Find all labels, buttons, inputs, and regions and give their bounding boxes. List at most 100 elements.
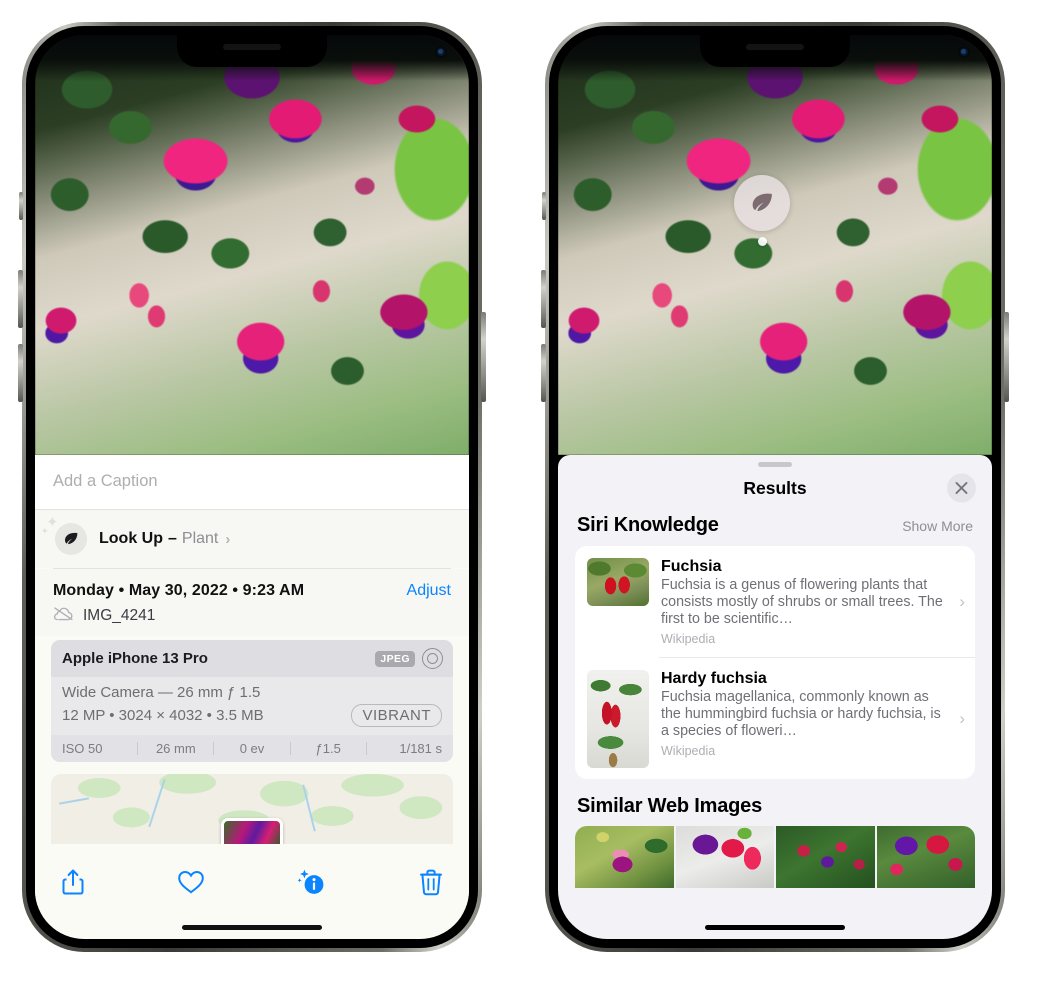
left-phone-bezel: Add a Caption ✦ ✦ Look Up – Plant › Mond… [26, 26, 478, 948]
camera-device-name: Apple iPhone 13 Pro [62, 650, 208, 667]
map-river [59, 797, 89, 805]
list-item[interactable]: Hardy fuchsia Fuchsia magellanica, commo… [575, 658, 975, 779]
volume-down-button[interactable] [541, 344, 546, 402]
photo-metadata: Monday • May 30, 2022 • 9:23 AM Adjust I… [35, 569, 469, 636]
chevron-right-icon: › [959, 592, 965, 611]
trash-icon[interactable] [419, 868, 443, 896]
date-row: Monday • May 30, 2022 • 9:23 AM Adjust [53, 582, 451, 600]
section-title: Similar Web Images [577, 795, 762, 817]
exif-header: Apple iPhone 13 Pro JPEG [51, 640, 453, 677]
map-river [302, 784, 317, 832]
list-item[interactable]: Fuchsia Fuchsia is a genus of flowering … [575, 546, 975, 657]
earpiece-speaker [223, 44, 281, 50]
photo-date: Monday • May 30, 2022 • 9:23 AM [53, 582, 305, 599]
right-phone-bezel: Results Siri Knowledge Show More Fuchsia… [549, 26, 1001, 948]
right-phone-device: Results Siri Knowledge Show More Fuchsia… [541, 22, 1009, 952]
caption-input[interactable]: Add a Caption [35, 455, 469, 510]
lens-icon [422, 648, 443, 669]
power-button[interactable] [481, 312, 486, 402]
result-body: Fuchsia Fuchsia is a genus of flowering … [661, 558, 945, 646]
fuchsia-photo-image [35, 35, 469, 455]
front-camera-icon [435, 46, 447, 58]
volume-up-button[interactable] [18, 270, 23, 328]
volume-up-button[interactable] [541, 270, 546, 328]
right-phone-screen: Results Siri Knowledge Show More Fuchsia… [558, 35, 992, 939]
visual-look-up-badge[interactable] [734, 175, 790, 246]
exif-stat-aperture: ƒ1.5 [315, 741, 341, 756]
result-description: Fuchsia is a genus of flowering plants t… [661, 577, 943, 627]
result-title: Hardy fuchsia [661, 670, 767, 687]
siri-knowledge-header: Siri Knowledge Show More [558, 509, 992, 546]
home-indicator[interactable] [182, 925, 322, 930]
results-header: Results [558, 467, 992, 509]
map-river [147, 778, 166, 828]
mute-switch[interactable] [19, 192, 23, 220]
photo-viewer[interactable] [35, 35, 469, 455]
results-sheet: Results Siri Knowledge Show More Fuchsia… [558, 455, 992, 939]
share-icon[interactable] [61, 868, 85, 896]
close-icon[interactable] [947, 473, 976, 503]
left-phone-screen: Add a Caption ✦ ✦ Look Up – Plant › Mond… [35, 35, 469, 939]
results-title: Results [743, 477, 807, 498]
look-up-subject: Plant [181, 530, 219, 547]
location-map[interactable] [51, 774, 453, 844]
exif-stat-shutter: 1/181 s [399, 741, 443, 756]
similar-web-images-header: Similar Web Images [558, 779, 992, 826]
photographic-style-badge: VIBRANT [351, 704, 442, 727]
show-more-button[interactable]: Show More [902, 518, 973, 534]
result-thumbnail [587, 558, 649, 606]
notch [700, 35, 850, 67]
mute-switch[interactable] [542, 192, 546, 220]
home-indicator[interactable] [705, 925, 845, 930]
notch [177, 35, 327, 67]
web-image-thumbnail[interactable] [575, 826, 674, 888]
photo-toolbar [35, 844, 469, 906]
look-up-title: Look Up [99, 530, 163, 547]
photo-info-sheet: Add a Caption ✦ ✦ Look Up – Plant › Mond… [35, 455, 469, 939]
result-body: Hardy fuchsia Fuchsia magellanica, commo… [661, 670, 945, 758]
chevron-right-icon: › [225, 530, 231, 548]
cloud-slash-icon [53, 606, 74, 626]
exif-stat-iso: ISO 50 [62, 741, 103, 756]
image-size-info: 12 MP • 3024 × 4032 • 3.5 MB [62, 707, 264, 724]
exif-stat-focal: 26 mm [155, 741, 196, 756]
front-camera-icon [958, 46, 970, 58]
exif-body: Wide Camera — 26 mm ƒ 1.5 12 MP • 3024 ×… [51, 677, 453, 735]
exif-stats-row: ISO 50 26 mm 0 ev ƒ1.5 1/181 s [51, 735, 453, 762]
web-image-thumbnail[interactable] [876, 826, 975, 888]
heart-icon[interactable] [177, 869, 205, 895]
web-image-thumbnail[interactable] [776, 826, 875, 888]
lens-description: Wide Camera — 26 mm ƒ 1.5 [62, 684, 261, 701]
siri-knowledge-card-list: Fuchsia Fuchsia is a genus of flowering … [575, 546, 975, 779]
size-row: 12 MP • 3024 × 4032 • 3.5 MB VIBRANT [62, 704, 442, 727]
earpiece-speaker [746, 44, 804, 50]
info-sparkle-icon[interactable] [297, 868, 327, 896]
leaf-icon[interactable] [734, 175, 790, 231]
filename-row: IMG_4241 [53, 606, 451, 626]
look-up-icon-group: ✦ ✦ [41, 515, 87, 555]
adjust-button[interactable]: Adjust [407, 582, 451, 600]
result-source: Wikipedia [661, 744, 716, 758]
photo-filename: IMG_4241 [83, 607, 156, 624]
screenshot-canvas: Add a Caption ✦ ✦ Look Up – Plant › Mond… [0, 0, 1055, 985]
format-badge: JPEG [375, 650, 415, 667]
look-up-row[interactable]: ✦ ✦ Look Up – Plant › [35, 510, 469, 568]
map-photo-pin[interactable] [221, 818, 283, 844]
volume-down-button[interactable] [18, 344, 23, 402]
chevron-right-icon: › [959, 709, 965, 728]
left-phone-device: Add a Caption ✦ ✦ Look Up – Plant › Mond… [18, 22, 486, 952]
power-button[interactable] [1004, 312, 1009, 402]
exif-header-badges: JPEG [375, 648, 443, 669]
look-up-dash: – [168, 530, 177, 547]
exif-stat-ev: 0 ev [239, 741, 265, 756]
result-description: Fuchsia magellanica, commonly known as t… [661, 689, 941, 739]
result-title: Fuchsia [661, 558, 722, 575]
sparkle-small-icon: ✦ [41, 526, 49, 536]
exif-card[interactable]: Apple iPhone 13 Pro JPEG Wide Camera — 2… [51, 640, 453, 762]
result-source: Wikipedia [661, 632, 716, 646]
leaf-icon [55, 523, 87, 555]
visual-look-up-anchor-dot [757, 237, 767, 246]
web-image-thumbnail[interactable] [675, 826, 774, 888]
result-thumbnail [587, 670, 649, 768]
similar-web-images-grid [575, 826, 975, 888]
